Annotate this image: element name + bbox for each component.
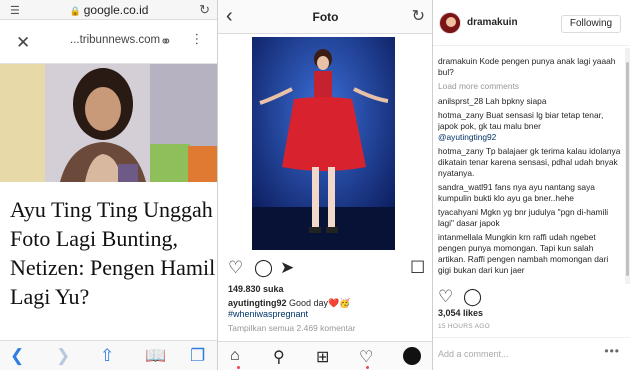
save-bookmark-icon[interactable]: ☐	[410, 258, 425, 278]
profile-avatar-icon[interactable]	[403, 347, 421, 365]
comment-item: hotma_zany Buat sensasi lg biar tetap te…	[438, 110, 622, 143]
share-icon[interactable]: ⇧	[100, 346, 114, 366]
following-button[interactable]: Following	[561, 15, 621, 33]
instagram-comments-panel: dramakuin Following dramakuin Kode penge…	[433, 0, 630, 370]
comment-text: Lah bpkny siapa	[485, 96, 547, 106]
activity-heart-icon[interactable]: ♡	[359, 347, 373, 367]
amp-header-bar: ✕ ...tribunnews.com ⚭ …	[0, 20, 217, 64]
caption-hashtag[interactable]: #wheniwaspregnant	[228, 309, 308, 319]
likes-count[interactable]: 149.830 suka	[228, 284, 284, 294]
comment-icon[interactable]: ◯	[463, 287, 482, 307]
post-header: ‹ Foto ↻	[218, 0, 432, 34]
url-field[interactable]: 🔒 google.co.id	[0, 3, 217, 17]
reload-icon[interactable]: ↻	[199, 2, 210, 18]
news-browser-panel: ☰ 🔒 google.co.id ↻ ✕ ...tribunnews.com ⚭ …	[0, 0, 218, 370]
bookmarks-icon[interactable]: 📖	[145, 346, 166, 366]
scrollbar-thumb[interactable]	[626, 62, 629, 276]
like-heart-icon[interactable]: ♡	[438, 287, 453, 307]
article-photo	[0, 64, 217, 182]
more-options-icon[interactable]: …	[193, 32, 209, 45]
like-heart-icon[interactable]: ♡	[228, 258, 243, 278]
tabs-icon[interactable]: ❐	[190, 346, 205, 366]
comment-item: tyacahyani Mgkn yg bnr judulya "pgn di-h…	[438, 207, 622, 229]
post-caption: ayutingting92 Good day❤️🥳 #wheniwaspregn…	[228, 298, 428, 320]
comment-icon[interactable]: ◯	[254, 258, 273, 278]
comment-user[interactable]: hotma_zany	[438, 146, 484, 156]
add-comment-input[interactable]: Add a comment...	[438, 349, 509, 359]
link-icon[interactable]: ⚭	[160, 33, 172, 50]
comment-item: dramakuin Kode pengen punya anak lagi ya…	[438, 56, 622, 78]
instagram-post-panel: ‹ Foto ↻ ♡ ◯ ➤ ☐ 149.830 suka ayutingtin…	[218, 0, 433, 370]
add-comment-bar: Add a comment... •••	[433, 337, 630, 370]
search-icon[interactable]: ⚲	[273, 347, 285, 367]
more-options-icon[interactable]: •••	[604, 344, 620, 358]
lock-icon: 🔒	[69, 6, 81, 16]
view-all-comments-link[interactable]: Tampilkan semua 2.469 komentar	[228, 323, 356, 333]
back-icon[interactable]: ❮	[10, 346, 24, 366]
browser-address-bar: ☰ 🔒 google.co.id ↻	[0, 0, 217, 20]
article-headline[interactable]: Ayu Ting Ting Unggah Foto Lagi Bunting, …	[10, 195, 216, 311]
comment-item: intanmellala Mungkin krn raffi udah ngeb…	[438, 232, 622, 276]
account-username[interactable]: dramakuin	[467, 17, 518, 28]
likes-count[interactable]: 3,054 likes	[438, 308, 483, 318]
comment-user[interactable]: anilsprst_28	[438, 96, 483, 106]
comment-item: anilsprst_28 Lah bpkny siapa	[438, 96, 622, 107]
forward-icon[interactable]: ❯	[56, 346, 70, 366]
post-photo[interactable]	[252, 37, 395, 250]
comment-item: sandra_watl91 fans nya ayu nantang saya …	[438, 182, 622, 204]
refresh-icon[interactable]: ↻	[412, 6, 425, 26]
comment-item: hotma_zany Tp balajaer gk terima kalau i…	[438, 146, 622, 179]
comment-mention[interactable]: @ayutingting92	[438, 132, 496, 142]
comment-user[interactable]: tyacahyani	[438, 207, 478, 217]
post-timestamp: 15 HOURS AGO	[438, 323, 491, 330]
post-actions: ♡ ◯ ➤ ☐	[218, 258, 432, 280]
avatar[interactable]	[439, 12, 461, 34]
activity-notification-dot	[366, 366, 369, 369]
comment-list: dramakuin Kode pengen punya anak lagi ya…	[438, 56, 622, 284]
home-notification-dot	[237, 366, 240, 369]
send-icon[interactable]: ➤	[280, 258, 294, 278]
close-icon[interactable]: ✕	[16, 33, 30, 53]
bottom-tab-bar: ⌂ ⚲ ⊞ ♡	[218, 341, 432, 370]
comment-user[interactable]: dramakuin	[438, 56, 477, 66]
browser-toolbar: ❮ ❯ ⇧ 📖 ❐	[0, 340, 217, 370]
caption-text: Good day❤️🥳	[289, 298, 351, 308]
comment-user[interactable]: intanmellala	[438, 232, 483, 242]
load-more-comments[interactable]: Load more comments	[438, 81, 622, 92]
url-text: google.co.id	[83, 3, 149, 17]
site-domain: ...tribunnews.com	[70, 34, 161, 46]
account-header: dramakuin Following	[433, 0, 630, 46]
home-icon[interactable]: ⌂	[230, 347, 240, 365]
comment-user[interactable]: hotma_zany	[438, 110, 484, 120]
comments-actions: ♡ ◯	[433, 287, 630, 307]
comment-user[interactable]: sandra_watl91	[438, 182, 492, 192]
new-post-icon[interactable]: ⊞	[316, 347, 329, 367]
page-title: Foto	[312, 10, 339, 24]
caption-author[interactable]: ayutingting92	[228, 298, 287, 308]
